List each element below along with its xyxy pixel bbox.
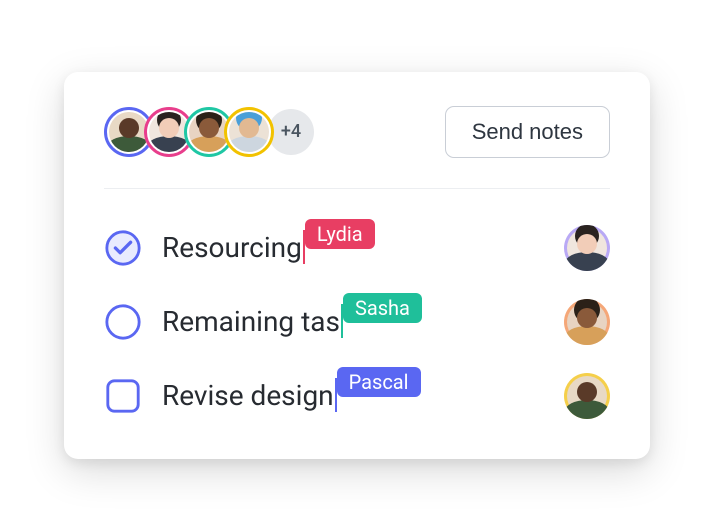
task-checkbox[interactable] [104, 377, 142, 415]
avatar-face [567, 228, 607, 268]
task-label: Remaining tas [162, 305, 340, 338]
editor-tag: Sasha [343, 293, 422, 323]
editor-tag: Pascal [337, 367, 421, 397]
collaborator-avatars: +4 [104, 107, 314, 157]
task-row: ResourcingLydia [104, 225, 610, 271]
task-assignee-avatar[interactable] [564, 225, 610, 271]
notes-card: +4 Send notes ResourcingLydia Remaining t… [64, 72, 650, 459]
card-header: +4 Send notes [104, 106, 610, 189]
avatar-face [229, 112, 269, 152]
task-row: Revise designPascal [104, 373, 610, 419]
task-row: Remaining tasSasha [104, 299, 610, 345]
more-collaborators-badge[interactable]: +4 [268, 109, 314, 155]
task-label: Resourcing [162, 231, 302, 264]
task-assignee-avatar[interactable] [564, 299, 610, 345]
send-notes-button[interactable]: Send notes [445, 106, 610, 158]
avatar-face [567, 302, 607, 342]
task-label-wrap[interactable]: ResourcingLydia [162, 231, 550, 265]
task-checkbox[interactable] [104, 229, 142, 267]
editor-tag: Lydia [305, 219, 375, 249]
task-checkbox[interactable] [104, 303, 142, 341]
task-label-wrap[interactable]: Revise designPascal [162, 379, 550, 413]
collaborator-avatar[interactable] [224, 107, 274, 157]
task-label: Revise design [162, 379, 334, 412]
avatar-face [567, 376, 607, 416]
avatar-face [149, 112, 189, 152]
avatar-face [189, 112, 229, 152]
avatar-face [109, 112, 149, 152]
task-label-wrap[interactable]: Remaining tasSasha [162, 305, 550, 339]
task-list: ResourcingLydia Remaining tasSasha Revise … [104, 225, 610, 419]
task-assignee-avatar[interactable] [564, 373, 610, 419]
